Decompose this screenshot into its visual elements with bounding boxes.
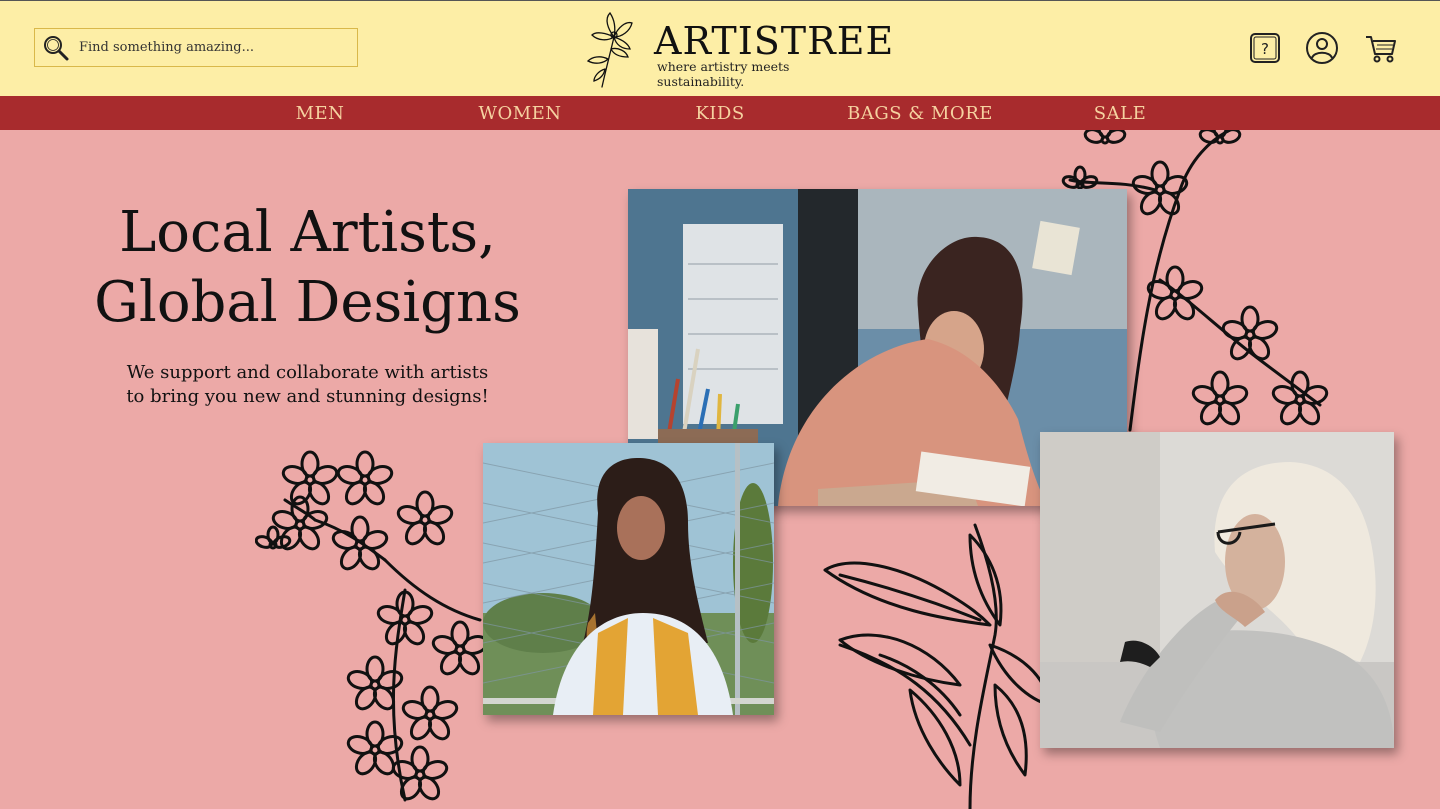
nav-item-bags-more[interactable]: BAGS & MORE <box>847 96 993 130</box>
brand-logo[interactable]: ARTISTREE where artistry meets sustainab… <box>584 9 893 89</box>
hero-subtitle-line-2: to bring you new and stunning designs! <box>126 386 489 407</box>
floral-decoration-left <box>255 450 485 802</box>
hero-subtitle: We support and collaborate with artists … <box>60 361 555 409</box>
search-input[interactable] <box>79 29 349 66</box>
header-bar: ARTISTREE where artistry meets sustainab… <box>0 0 1440 96</box>
older-woman-photo <box>1040 432 1394 748</box>
hero-title-line-1: Local Artists, <box>119 200 496 265</box>
leaf-decoration-bottom <box>823 523 1050 809</box>
nav-item-kids[interactable]: KIDS <box>695 96 744 130</box>
nav-item-women[interactable]: WOMEN <box>478 96 561 130</box>
older-woman-image <box>1040 432 1394 748</box>
svg-text:?: ? <box>1261 40 1269 58</box>
hero-title-line-2: Global Designs <box>94 270 521 335</box>
nav-item-sale[interactable]: SALE <box>1094 96 1146 130</box>
account-icon[interactable] <box>1305 31 1339 65</box>
brand-tagline: where artistry meets sustainability. <box>657 59 790 89</box>
cart-icon[interactable] <box>1364 31 1398 65</box>
main-nav: MEN WOMEN KIDS BAGS & MORE SALE <box>0 96 1440 130</box>
brand-name: ARTISTREE <box>654 19 895 63</box>
logo-flower-icon <box>586 11 633 88</box>
nav-item-men[interactable]: MEN <box>296 96 345 130</box>
search-icon[interactable] <box>42 34 70 62</box>
search-box[interactable] <box>34 28 358 67</box>
long-haired-man-photo <box>483 443 774 715</box>
help-icon[interactable]: ? <box>1248 31 1282 65</box>
hero-title: Local Artists, Global Designs <box>60 198 555 338</box>
hero-subtitle-line-1: We support and collaborate with artists <box>126 362 489 383</box>
long-haired-man-image <box>483 443 774 715</box>
